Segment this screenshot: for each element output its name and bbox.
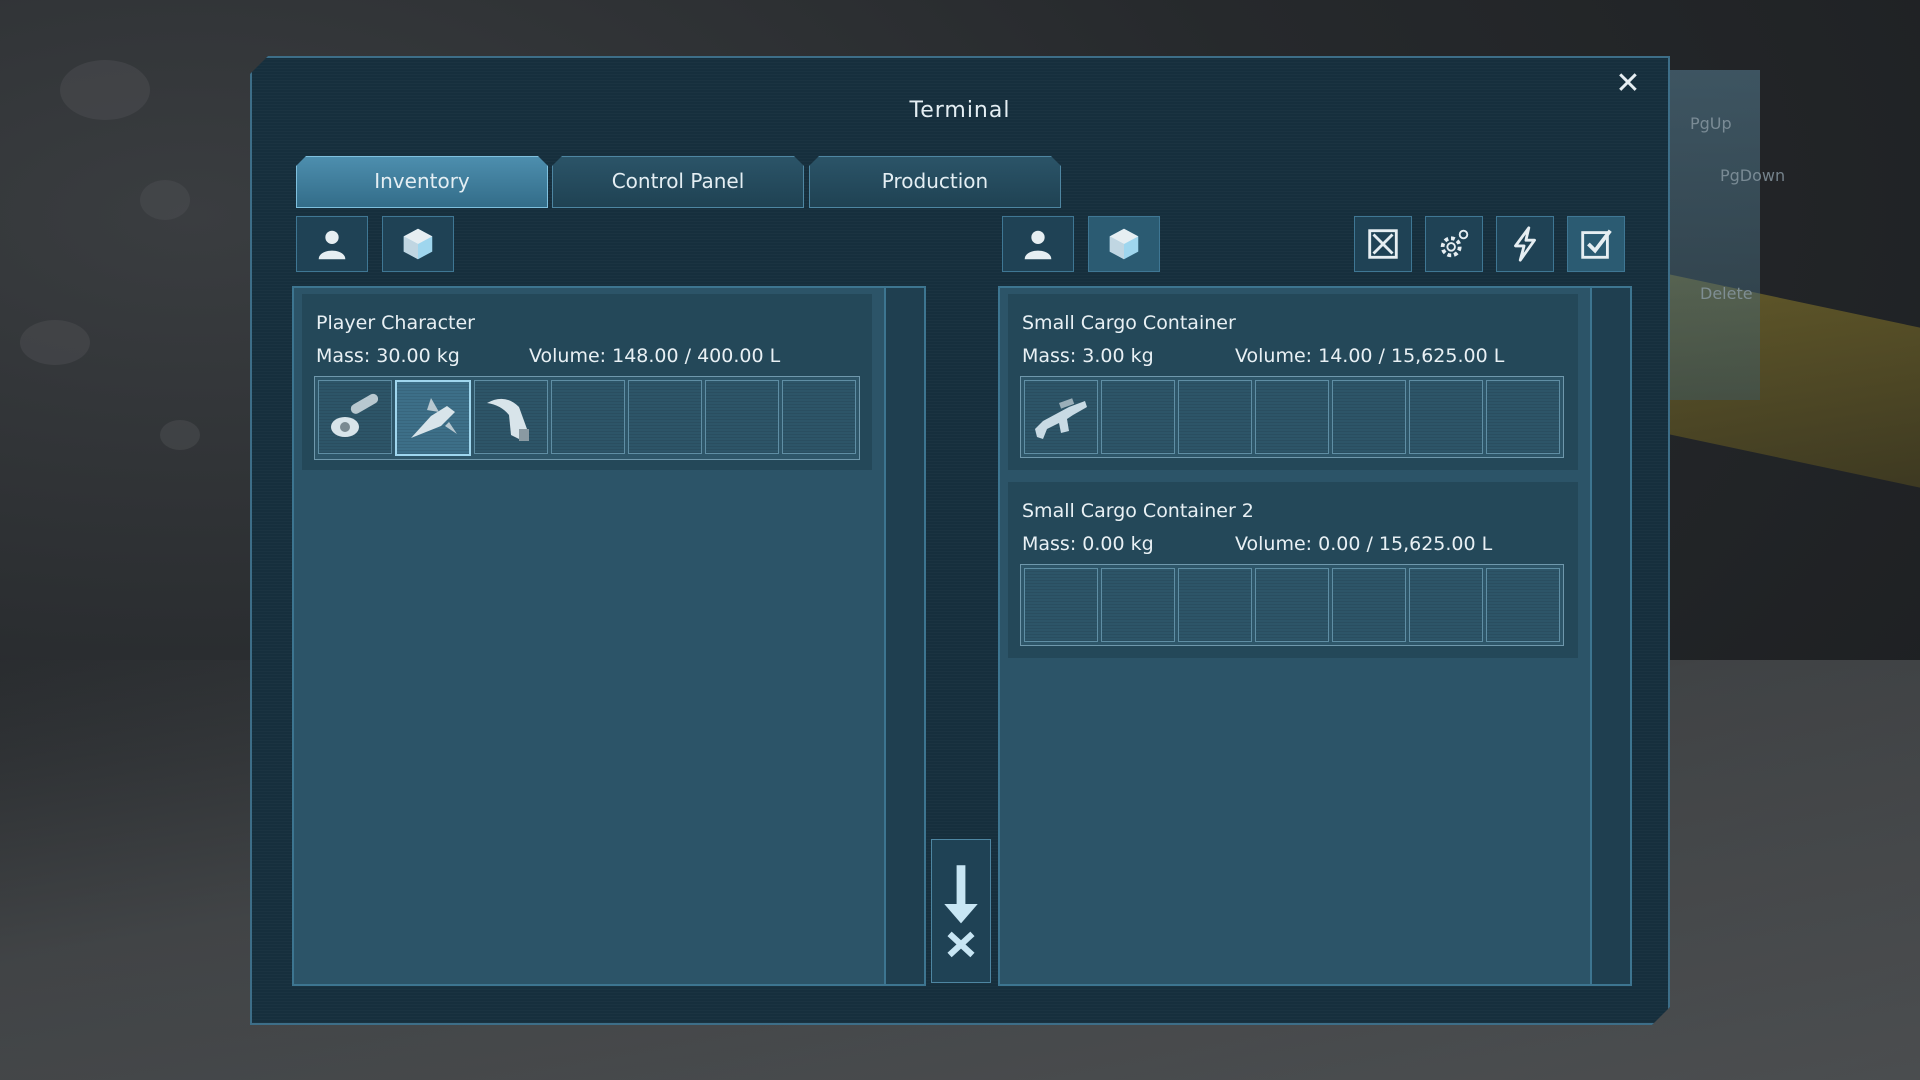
inventory-slot[interactable] xyxy=(1486,568,1560,642)
angle-grinder-icon xyxy=(323,385,387,449)
inventory-slots xyxy=(314,376,860,460)
right-filter-character-button[interactable] xyxy=(1002,216,1074,272)
close-button[interactable]: ✕ xyxy=(1610,66,1646,102)
checkbox-icon xyxy=(1577,225,1615,263)
inventory-mass: Mass: 0.00 kg xyxy=(1022,533,1154,555)
power-icon xyxy=(1506,225,1544,263)
inventory-volume: Volume: 0.00 / 15,625.00 L xyxy=(1235,533,1493,555)
right-filter-block-button[interactable] xyxy=(1088,216,1160,272)
person-icon xyxy=(1019,225,1057,263)
inventory-slot[interactable] xyxy=(705,380,779,454)
tab-inventory[interactable]: Inventory xyxy=(296,156,548,208)
welder-icon xyxy=(401,386,465,450)
inventory-name: Player Character xyxy=(316,312,475,334)
inventory-player-character[interactable]: Player Character Mass: 30.00 kg Volume: … xyxy=(302,294,872,470)
inventory-slot[interactable] xyxy=(1101,380,1175,454)
inventory-slots xyxy=(1020,376,1564,458)
inventory-mass: Mass: 3.00 kg xyxy=(1022,345,1154,367)
inventory-small-cargo-container-2[interactable]: Small Cargo Container 2 Mass: 0.00 kg Vo… xyxy=(1008,482,1578,658)
left-inventory-panel: Player Character Mass: 30.00 kg Volume: … xyxy=(292,286,926,986)
inventory-slot[interactable] xyxy=(1486,380,1560,454)
inventory-slot[interactable] xyxy=(1178,380,1252,454)
hide-empty-button[interactable] xyxy=(1354,216,1412,272)
left-filter-character-button[interactable] xyxy=(296,216,368,272)
inventory-slot[interactable] xyxy=(1024,380,1098,454)
inventory-slot[interactable] xyxy=(1178,568,1252,642)
background-rock xyxy=(140,180,190,220)
power-button[interactable] xyxy=(1496,216,1554,272)
window-title: Terminal xyxy=(909,98,1011,123)
inventory-slot-selected[interactable] xyxy=(395,380,471,456)
inventory-slot[interactable] xyxy=(1332,568,1406,642)
background-rock xyxy=(60,60,150,120)
settings-button[interactable] xyxy=(1425,216,1483,272)
inventory-name: Small Cargo Container xyxy=(1022,312,1236,334)
inventory-small-cargo-container[interactable]: Small Cargo Container Mass: 3.00 kg Volu… xyxy=(1008,294,1578,470)
inventory-name: Small Cargo Container 2 xyxy=(1022,500,1254,522)
inventory-slot[interactable] xyxy=(1255,568,1329,642)
cube-icon xyxy=(1105,225,1143,263)
inventory-volume: Volume: 148.00 / 400.00 L xyxy=(529,345,781,367)
background-hint-delete: Delete xyxy=(1700,284,1753,303)
inventory-slot[interactable] xyxy=(1409,380,1483,454)
tab-control-panel[interactable]: Control Panel xyxy=(552,156,804,208)
tab-production[interactable]: Production xyxy=(809,156,1061,208)
inventory-slots xyxy=(1020,564,1564,646)
left-scrollbar[interactable] xyxy=(884,288,924,984)
inventory-slot[interactable] xyxy=(1409,568,1483,642)
transfer-down-icon xyxy=(939,856,983,966)
cube-icon xyxy=(399,225,437,263)
transfer-button[interactable] xyxy=(931,839,991,983)
right-scrollbar[interactable] xyxy=(1590,288,1630,984)
inventory-volume: Volume: 14.00 / 15,625.00 L xyxy=(1235,345,1505,367)
rifle-icon xyxy=(1029,385,1093,449)
inventory-slot[interactable] xyxy=(782,380,856,454)
inventory-slot[interactable] xyxy=(318,380,392,454)
left-filter-block-button[interactable] xyxy=(382,216,454,272)
show-all-button[interactable] xyxy=(1567,216,1625,272)
inventory-slot[interactable] xyxy=(1024,568,1098,642)
inventory-slot[interactable] xyxy=(1332,380,1406,454)
inventory-slot[interactable] xyxy=(474,380,548,454)
hand-drill-icon xyxy=(479,385,543,449)
inventory-slot[interactable] xyxy=(628,380,702,454)
background-rock xyxy=(20,320,90,365)
background-rock xyxy=(160,420,200,450)
inventory-slot[interactable] xyxy=(1101,568,1175,642)
background-hint-pgup: PgUp xyxy=(1690,114,1732,133)
inventory-slot[interactable] xyxy=(1255,380,1329,454)
background-hint-pgdown: PgDown xyxy=(1720,166,1786,185)
inventory-mass: Mass: 30.00 kg xyxy=(316,345,460,367)
terminal-window: Terminal ✕ Inventory Control Panel Produ… xyxy=(250,56,1670,1025)
right-inventory-panel: Small Cargo Container Mass: 3.00 kg Volu… xyxy=(998,286,1632,986)
person-icon xyxy=(313,225,351,263)
settings-icon xyxy=(1435,225,1473,263)
inventory-slot[interactable] xyxy=(551,380,625,454)
hide-empty-icon xyxy=(1364,225,1402,263)
